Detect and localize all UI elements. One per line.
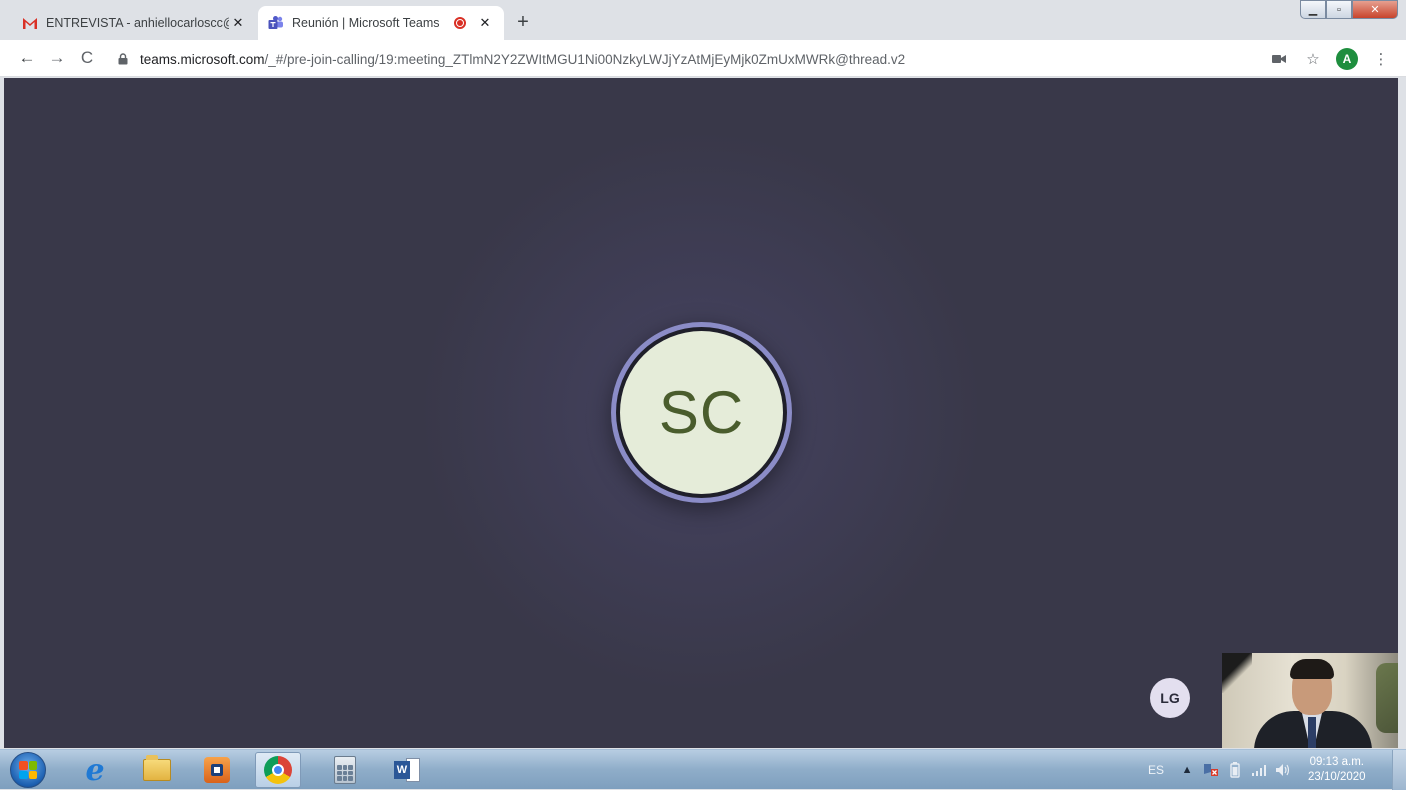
system-tray: ES ▲ 09:13 a.m. 23/10/2020 bbox=[1148, 750, 1366, 790]
reload-button[interactable]: C bbox=[72, 43, 102, 73]
video-plant bbox=[1376, 663, 1398, 733]
internet-explorer-icon: e bbox=[85, 752, 105, 788]
self-video-preview[interactable] bbox=[1222, 653, 1398, 748]
avatar: A bbox=[1336, 47, 1358, 70]
volume-icon[interactable] bbox=[1274, 761, 1292, 779]
back-button[interactable]: ← bbox=[12, 43, 42, 73]
gmail-icon bbox=[22, 15, 38, 31]
close-icon[interactable]: ✕ bbox=[476, 14, 494, 32]
lock-icon[interactable] bbox=[116, 52, 130, 66]
folder-icon bbox=[143, 755, 171, 781]
tab-title: Reunión | Microsoft Teams bbox=[292, 16, 440, 30]
browser-tab-strip: ENTREVISTA - anhiellocarloscc@ ✕ Reunión… bbox=[0, 0, 1406, 40]
toolbar-actions: ☆ A ⋮ bbox=[1260, 40, 1406, 77]
menu-kebab-icon[interactable]: ⋮ bbox=[1366, 44, 1396, 74]
calculator-icon bbox=[334, 756, 356, 784]
action-center-alert-icon[interactable] bbox=[1202, 761, 1220, 779]
new-tab-button[interactable]: + bbox=[512, 12, 534, 34]
maximize-button[interactable]: ▫ bbox=[1326, 0, 1352, 19]
battery-icon[interactable] bbox=[1226, 761, 1244, 779]
show-desktop-button[interactable] bbox=[1392, 750, 1406, 790]
tab-teams[interactable]: Reunión | Microsoft Teams ✕ bbox=[258, 6, 504, 40]
clock-date: 23/10/2020 bbox=[1308, 771, 1366, 783]
secondary-participant-avatar[interactable]: LG bbox=[1150, 678, 1190, 718]
taskbar-word[interactable]: W bbox=[384, 752, 430, 788]
language-indicator[interactable]: ES bbox=[1148, 763, 1164, 777]
camera-in-use-icon[interactable] bbox=[1264, 44, 1294, 74]
taskbar-calculator[interactable] bbox=[322, 752, 368, 788]
minimize-button[interactable]: ▁ bbox=[1300, 0, 1326, 19]
recording-icon bbox=[454, 17, 466, 29]
chrome-icon bbox=[264, 756, 292, 784]
video-person-hair bbox=[1290, 659, 1334, 679]
url-path: /_#/pre-join-calling/19:meeting_ZTlmN2Y2… bbox=[264, 51, 906, 67]
tab-title: ENTREVISTA - anhiellocarloscc@ bbox=[46, 16, 229, 30]
close-icon[interactable]: ✕ bbox=[229, 14, 247, 32]
profile-button[interactable]: A bbox=[1332, 44, 1362, 74]
windows-logo-icon bbox=[19, 761, 37, 779]
system-clock[interactable]: 09:13 a.m. 23/10/2020 bbox=[1308, 755, 1366, 785]
forward-button[interactable]: → bbox=[42, 43, 72, 73]
taskbar-file-explorer[interactable] bbox=[134, 752, 180, 788]
avatar-border: SC bbox=[616, 327, 787, 498]
taskbar-chrome[interactable] bbox=[255, 752, 301, 788]
media-center-icon bbox=[204, 757, 230, 783]
address-bar[interactable]: teams.microsoft.com/_#/pre-join-calling/… bbox=[116, 46, 1236, 72]
taskbar-media-center[interactable] bbox=[194, 752, 240, 788]
network-signal-icon[interactable] bbox=[1250, 761, 1268, 779]
meeting-stage: SC LG bbox=[4, 78, 1398, 748]
participant-initials: SC bbox=[620, 331, 783, 494]
show-hidden-icons-icon[interactable]: ▲ bbox=[1178, 761, 1196, 779]
windows-taskbar: e W ES ▲ 09:13 a.m. 23/10/2020 bbox=[0, 749, 1406, 790]
teams-icon bbox=[268, 15, 284, 31]
taskbar-internet-explorer[interactable]: e bbox=[72, 752, 118, 788]
video-person-tie bbox=[1308, 717, 1316, 748]
start-button[interactable] bbox=[10, 752, 46, 788]
window-controls: ▁ ▫ ✕ bbox=[1300, 0, 1398, 20]
main-participant-avatar: SC bbox=[611, 322, 792, 503]
word-icon: W bbox=[394, 756, 420, 784]
window-close-button[interactable]: ✕ bbox=[1352, 0, 1398, 19]
video-shadow bbox=[1222, 653, 1252, 693]
bookmark-star-icon[interactable]: ☆ bbox=[1298, 44, 1328, 74]
tab-gmail[interactable]: ENTREVISTA - anhiellocarloscc@ ✕ bbox=[12, 6, 257, 40]
browser-toolbar: ← → C teams.microsoft.com/_#/pre-join-ca… bbox=[0, 40, 1406, 77]
clock-time: 09:13 a.m. bbox=[1309, 756, 1364, 768]
url-host: teams.microsoft.com bbox=[140, 51, 265, 67]
